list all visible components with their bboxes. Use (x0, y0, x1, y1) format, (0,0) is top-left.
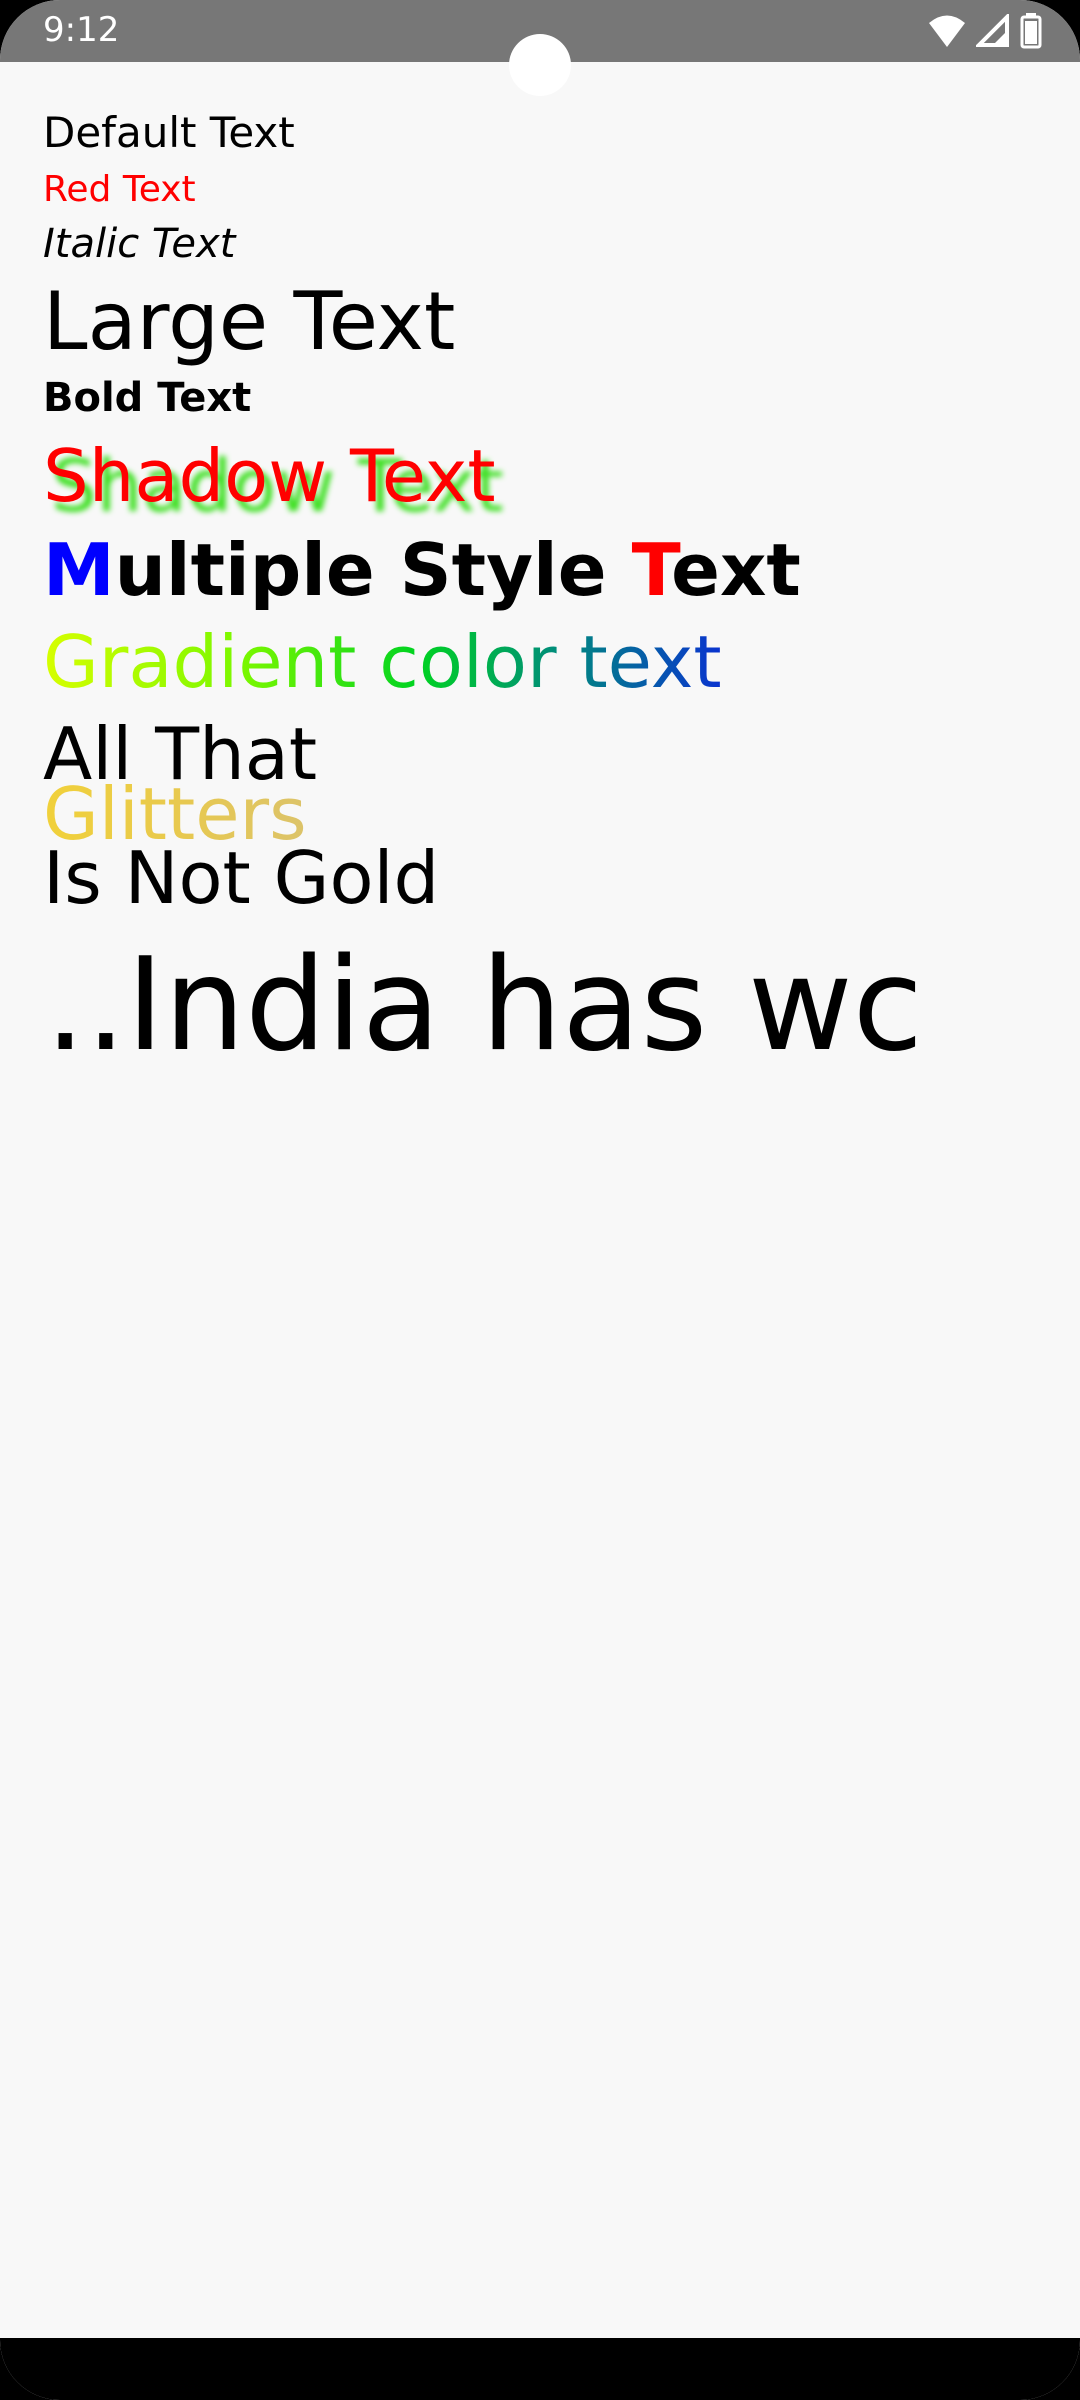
italic-text: Italic Text (43, 221, 236, 267)
default-text: Default Text (43, 108, 295, 157)
battery-icon (1020, 13, 1042, 49)
status-icons (928, 12, 1042, 50)
cellular-signal-icon (976, 14, 1009, 47)
shadow-text: Shadow Text (43, 434, 496, 518)
navigation-bar (0, 2338, 1080, 2400)
stacked-line-is-not-gold: Is Not Gold (43, 836, 440, 920)
multi-style-first-letter: M (43, 528, 115, 612)
marquee-text: a!.....India has wc (43, 942, 923, 1072)
wifi-icon (929, 15, 965, 47)
device-frame: 9:12 Default Text Red Text Italic Text L… (0, 0, 1080, 2400)
marquee-container: a!.....India has wc (43, 942, 1038, 1072)
multi-style-last: ext (671, 528, 801, 612)
bold-text: Bold Text (43, 375, 252, 421)
gradient-color-text: Gradient color text (43, 620, 722, 704)
status-time: 9:12 (43, 10, 120, 50)
stacked-text-block: All That Glitters Is Not Gold (43, 718, 1038, 914)
multi-style-highlight-letter: T (631, 528, 672, 612)
multiple-style-text: Multiple Style Text (43, 534, 1038, 606)
text-styles-list: Default Text Red Text Italic Text Large … (43, 100, 1038, 1072)
multi-style-middle: ultiple Style (114, 528, 632, 612)
app-screen: 9:12 Default Text Red Text Italic Text L… (0, 0, 1080, 2400)
camera-cutout (509, 34, 571, 96)
red-text: Red Text (43, 169, 196, 210)
large-text: Large Text (43, 275, 456, 368)
